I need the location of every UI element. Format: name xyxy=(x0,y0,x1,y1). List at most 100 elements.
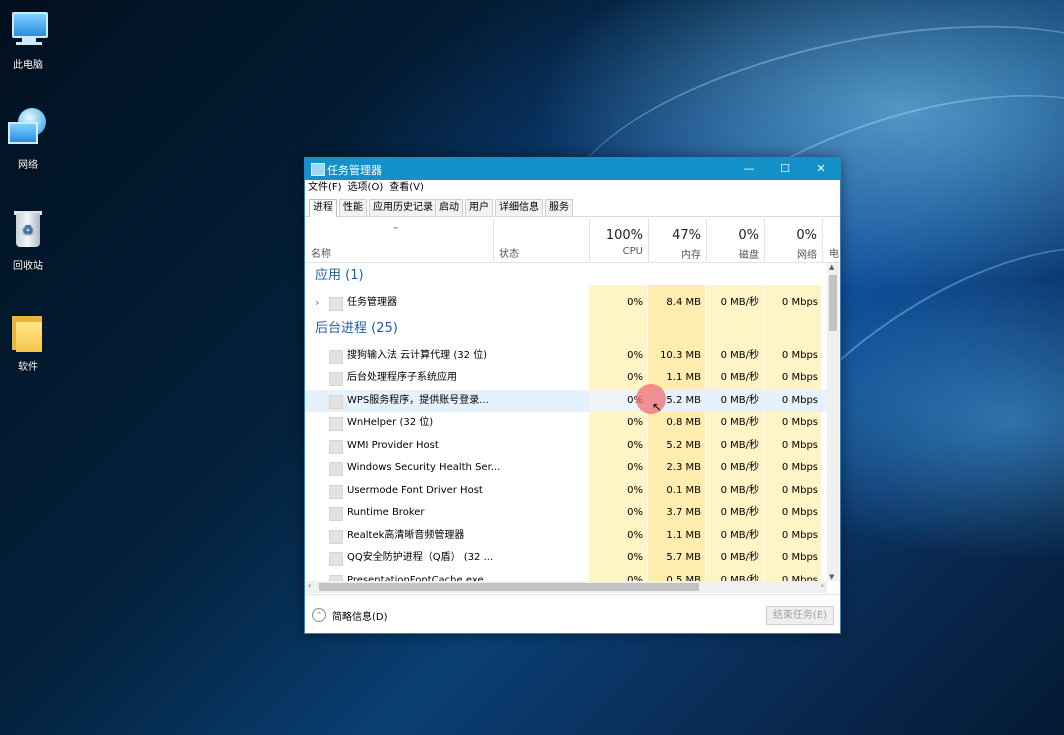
column-disk[interactable]: 磁盘 xyxy=(708,246,759,261)
cell-cpu: 0% xyxy=(627,462,643,473)
process-name: Realtek高清晰音频管理器 xyxy=(347,530,465,541)
table-row[interactable]: Windows Security Health Ser... 0% 2.3 MB… xyxy=(305,457,827,479)
process-name: PresentationFontCache.exe xyxy=(347,575,484,581)
maximize-button[interactable]: ☐ xyxy=(767,158,803,180)
cell-memory: 10.3 MB xyxy=(660,350,701,361)
cell-network: 0 Mbps xyxy=(781,372,818,383)
cell-cpu: 0% xyxy=(627,575,643,581)
process-icon xyxy=(329,417,343,431)
vertical-scroll-thumb[interactable] xyxy=(829,275,837,331)
cell-disk: 0 MB/秒 xyxy=(720,372,759,383)
desktop-icon-this-pc[interactable]: 此电脑 xyxy=(2,8,54,71)
process-name: Usermode Font Driver Host xyxy=(347,485,483,496)
scroll-down-icon[interactable]: ▼ xyxy=(829,573,834,581)
menu-file[interactable]: 文件(F) xyxy=(308,182,342,193)
table-row[interactable]: Usermode Font Driver Host 0% 0.1 MB 0 MB… xyxy=(305,480,827,502)
process-name: WMI Provider Host xyxy=(347,440,439,451)
cell-cpu: 0% xyxy=(627,440,643,451)
cell-cpu: 0% xyxy=(627,530,643,541)
scroll-right-icon[interactable]: › xyxy=(821,581,824,590)
column-power[interactable]: 电 xyxy=(829,245,839,260)
close-button[interactable]: ✕ xyxy=(803,158,839,180)
end-task-button[interactable]: 结束任务(E) xyxy=(766,606,834,625)
scroll-up-icon[interactable]: ▲ xyxy=(829,263,834,271)
menu-view[interactable]: 查看(V) xyxy=(389,182,424,193)
tab-services[interactable]: 服务 xyxy=(545,199,573,216)
table-row[interactable]: PresentationFontCache.exe 0% 0.5 MB 0 MB… xyxy=(305,570,827,581)
cell-cpu: 0% xyxy=(627,485,643,496)
minimize-button[interactable]: — xyxy=(731,158,767,180)
table-row[interactable]: › 任务管理器 0% 8.4 MB 0 MB/秒 0 Mbps xyxy=(305,292,827,314)
tab-app-history[interactable]: 应用历史记录 xyxy=(369,199,437,216)
cell-cpu: 0% xyxy=(627,297,643,308)
column-status[interactable]: 状态 xyxy=(499,245,519,260)
horizontal-scroll-thumb[interactable] xyxy=(319,583,699,591)
tab-bar: 进程 性能 应用历史记录 启动 用户 详细信息 服务 xyxy=(305,196,840,217)
task-manager-icon xyxy=(311,163,325,176)
chevron-up-icon[interactable]: ⌃ xyxy=(312,608,326,622)
cell-network: 0 Mbps xyxy=(781,530,818,541)
expand-chevron-icon[interactable]: › xyxy=(315,292,319,314)
cell-disk: 0 MB/秒 xyxy=(720,575,759,581)
table-row[interactable]: 后台处理程序子系统应用 0% 1.1 MB 0 MB/秒 0 Mbps xyxy=(305,367,827,389)
cell-memory: 0.1 MB xyxy=(666,485,701,496)
table-row[interactable]: Realtek高清晰音频管理器 0% 1.1 MB 0 MB/秒 0 Mbps xyxy=(305,525,827,547)
column-cpu[interactable]: CPU xyxy=(591,246,643,257)
cell-network: 0 Mbps xyxy=(781,350,818,361)
cell-network: 0 Mbps xyxy=(781,552,818,563)
cell-memory: 0.8 MB xyxy=(666,417,701,428)
process-icon xyxy=(329,507,343,521)
desktop-icon-recycle-bin[interactable]: ♻ 回收站 xyxy=(2,209,54,272)
process-icon xyxy=(329,530,343,544)
cell-memory: 2.3 MB xyxy=(666,462,701,473)
desktop-icon-software-folder[interactable]: 软件 xyxy=(2,310,54,373)
tab-details[interactable]: 详细信息 xyxy=(495,199,543,216)
cell-memory: 5.2 MB xyxy=(666,440,701,451)
process-icon xyxy=(329,485,343,499)
cell-cpu: 0% xyxy=(589,390,643,412)
title-bar[interactable]: 任务管理器 — ☐ ✕ xyxy=(305,158,840,180)
column-memory[interactable]: 内存 xyxy=(650,246,701,261)
window-title: 任务管理器 xyxy=(327,164,382,177)
cell-disk: 0 MB/秒 xyxy=(720,507,759,518)
cell-disk: 0 MB/秒 xyxy=(720,485,759,496)
column-network-total[interactable]: 0% xyxy=(766,228,817,243)
table-row[interactable]: WnHelper (32 位) 0% 0.8 MB 0 MB/秒 0 Mbps xyxy=(305,412,827,434)
tab-performance[interactable]: 性能 xyxy=(339,199,367,216)
table-row[interactable]: QQ安全防护进程（Q盾） (32 ... 0% 5.7 MB 0 MB/秒 0 … xyxy=(305,547,827,569)
fewer-details-button[interactable]: 简略信息(D) xyxy=(332,608,388,623)
menu-bar: 文件(F) 选项(O) 查看(V) xyxy=(305,180,840,196)
cell-disk: 0 MB/秒 xyxy=(720,395,759,406)
tab-users[interactable]: 用户 xyxy=(465,199,493,216)
sort-chevron-icon: ⌄ xyxy=(392,222,400,232)
cell-cpu: 0% xyxy=(627,552,643,563)
column-memory-total[interactable]: 47% xyxy=(650,228,701,243)
horizontal-scrollbar[interactable]: ‹ › xyxy=(305,581,827,593)
scroll-left-icon[interactable]: ‹ xyxy=(308,581,311,590)
process-icon xyxy=(329,462,343,476)
cell-network: 0 Mbps xyxy=(781,462,818,473)
tab-startup[interactable]: 启动 xyxy=(435,199,463,216)
cell-disk: 0 MB/秒 xyxy=(720,417,759,428)
table-row[interactable]: WPS服务程序，提供账号登录... 0% 5.2 MB 0 MB/秒 0 Mbp… xyxy=(305,390,827,412)
process-name: 后台处理程序子系统应用 xyxy=(347,372,457,383)
tab-processes[interactable]: 进程 xyxy=(309,199,337,217)
footer-bar: ⌃ 简略信息(D) 结束任务(E) xyxy=(305,594,840,634)
column-name[interactable]: 名称 xyxy=(311,245,331,260)
column-network[interactable]: 网络 xyxy=(766,246,817,261)
table-row[interactable]: 搜狗输入法 云计算代理 (32 位) 0% 10.3 MB 0 MB/秒 0 M… xyxy=(305,345,827,367)
process-icon xyxy=(329,372,343,386)
network-icon xyxy=(6,108,50,152)
process-icon xyxy=(329,350,343,364)
vertical-scrollbar[interactable]: ▲ ▼ xyxy=(827,263,839,581)
column-cpu-total[interactable]: 100% xyxy=(591,228,643,243)
cell-disk: 0 MB/秒 xyxy=(720,297,759,308)
desktop-icon-network[interactable]: 网络 xyxy=(2,108,54,171)
menu-options[interactable]: 选项(O) xyxy=(348,182,384,193)
cell-network: 0 Mbps xyxy=(781,395,818,406)
cell-cpu: 0% xyxy=(627,507,643,518)
column-disk-total[interactable]: 0% xyxy=(708,228,759,243)
task-manager-window: 任务管理器 — ☐ ✕ 文件(F) 选项(O) 查看(V) 进程 性能 应用历史记录… xyxy=(304,157,841,634)
table-row[interactable]: WMI Provider Host 0% 5.2 MB 0 MB/秒 0 Mbp… xyxy=(305,435,827,457)
table-row[interactable]: Runtime Broker 0% 3.7 MB 0 MB/秒 0 Mbps xyxy=(305,502,827,524)
